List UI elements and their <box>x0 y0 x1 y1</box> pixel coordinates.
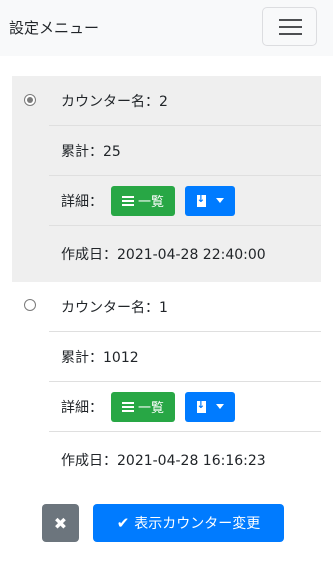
list-icon <box>121 401 134 412</box>
counter-name: カウンター名：2 <box>49 76 321 126</box>
download-dropdown-button[interactable] <box>185 185 235 216</box>
detail-label: 詳細： <box>61 193 103 210</box>
check-icon: ✔ <box>116 514 130 532</box>
download-file-icon <box>196 400 206 413</box>
counter-created: 作成日：2021-04-28 22:40:00 <box>61 247 266 263</box>
list-icon <box>121 195 134 206</box>
counter-radio[interactable] <box>24 299 36 311</box>
counter-name: カウンター名：1 <box>49 282 321 332</box>
counter-item[interactable]: カウンター名：2 累計：25 詳細： 一覧 作成日：2021-04-28 22:… <box>12 76 321 282</box>
list-button[interactable]: 一覧 <box>111 185 175 216</box>
hamburger-icon <box>279 19 302 21</box>
menu-toggle-button[interactable] <box>262 7 317 46</box>
detail-label: 詳細： <box>61 399 103 416</box>
page-title: 設定メニュー <box>9 19 100 37</box>
close-icon: ✖ <box>53 513 68 533</box>
close-button[interactable]: ✖ <box>42 504 79 542</box>
counter-created: 作成日：2021-04-28 16:16:23 <box>61 453 266 469</box>
counter-detail: 詳細： 一覧 <box>49 176 321 226</box>
caret-down-icon <box>215 198 224 203</box>
navbar: 設定メニュー <box>0 0 333 56</box>
caret-down-icon <box>215 404 224 409</box>
counter-item[interactable]: カウンター名：1 累計：1012 詳細： 一覧 作成日：2021-04-28 1… <box>12 282 321 488</box>
counter-detail: 詳細： 一覧 <box>49 382 321 432</box>
counter-total: 累計：1012 <box>49 332 321 382</box>
download-dropdown-button[interactable] <box>185 391 235 422</box>
counter-radio[interactable] <box>24 94 36 106</box>
counter-total: 累計：25 <box>49 126 321 176</box>
change-display-counter-button[interactable]: ✔ 表示カウンター変更 <box>93 504 284 542</box>
download-file-icon <box>196 194 206 207</box>
list-button[interactable]: 一覧 <box>111 391 175 422</box>
